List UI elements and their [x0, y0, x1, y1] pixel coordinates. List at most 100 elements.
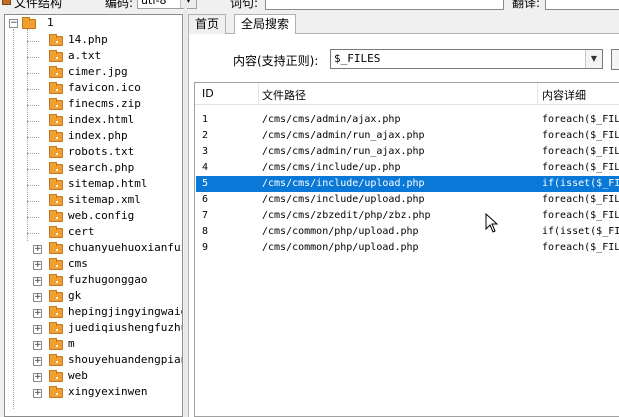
folder-icon [49, 322, 63, 334]
column-header-detail[interactable]: 内容详细 [542, 87, 586, 103]
tree-item-folder[interactable]: shouyehuandengpian [68, 353, 182, 366]
folder-icon [49, 226, 63, 238]
table-row[interactable]: 7/cms/cms/zbzedit/php/zbz.php foreach($_F… [196, 208, 619, 224]
tree-item-file[interactable]: finecms.zip [68, 97, 141, 110]
folder-icon [49, 306, 63, 318]
tree-item-folder[interactable]: chuanyuehuoxianfuzh [68, 241, 182, 254]
table-row[interactable]: 3/cms/cms/admin/run_ajax.php foreach($_FI… [196, 144, 619, 160]
table-row[interactable]: 9/cms/common/php/upload.php foreach($_FIL [196, 240, 619, 256]
chevron-down-icon[interactable]: ▼ [585, 50, 602, 68]
tree-connector [27, 89, 39, 90]
tree-item-folder[interactable]: fuzhugonggao [68, 273, 147, 286]
folder-icon [49, 354, 63, 366]
cell-id: 8 [202, 226, 209, 237]
search-button[interactable] [611, 49, 619, 70]
tree-connector [27, 121, 39, 122]
content-label: 内容(支持正则): [233, 54, 319, 68]
file-icon [49, 50, 63, 62]
expand-toggle[interactable]: + [33, 357, 42, 366]
tree-item-file[interactable]: web.config [68, 209, 134, 222]
encoding-select[interactable]: utf-8 ▼ [137, 0, 197, 9]
tree-item-folder[interactable]: cert [68, 225, 95, 238]
tree-item-file[interactable]: sitemap.html [68, 177, 147, 190]
tree-connector [27, 105, 39, 106]
cell-path: /cms/common/php/upload.php [262, 242, 419, 253]
table-row[interactable]: 5/cms/cms/include/upload.php if(isset($_F… [196, 176, 619, 192]
tree-connector [27, 169, 39, 170]
cell-id: 2 [202, 130, 209, 141]
results-table[interactable]: ID 文件路径 内容详细 1/cms/cms/admin/ajax.php for… [194, 82, 619, 417]
content-search-input[interactable]: $_FILES ▼ [330, 49, 603, 69]
tree-item-file[interactable]: 14.php [68, 33, 108, 46]
tree-item-file[interactable]: favicon.ico [68, 81, 141, 94]
folder-icon [49, 290, 63, 302]
tree-item-file[interactable]: search.php [68, 161, 134, 174]
table-row[interactable]: 1/cms/cms/admin/ajax.php foreach($_FIL [196, 112, 619, 128]
table-row[interactable]: 8/cms/common/php/upload.php if(isset($_FI [196, 224, 619, 240]
cell-path: /cms/cms/admin/run_ajax.php [262, 146, 425, 157]
expand-toggle[interactable]: + [33, 373, 42, 382]
tab-home[interactable]: 首页 [188, 14, 227, 34]
tab-global-search[interactable]: 全局搜索 [234, 14, 297, 35]
file-tree[interactable]: − 1 14.php a.txt cimer.jpg favicon.ico finec… [4, 14, 183, 417]
cell-path: /cms/cms/zbzedit/php/zbz.php [262, 210, 431, 221]
tree-item-folder[interactable]: juediqiushengfuzhuq [68, 321, 182, 334]
cell-detail: foreach($_FIL [542, 210, 619, 221]
column-header-path[interactable]: 文件路径 [262, 87, 306, 103]
expand-toggle[interactable]: + [33, 325, 42, 334]
top-toolbar: 文件结构 编码: utf-8 ▼ 词句: 翻译: [0, 0, 619, 14]
cell-id: 9 [202, 242, 209, 253]
column-divider[interactable] [258, 83, 259, 105]
expand-toggle[interactable]: + [33, 277, 42, 286]
tree-item-folder[interactable]: gk [68, 289, 81, 302]
tree-item-file[interactable]: cimer.jpg [68, 65, 128, 78]
tree-item-folder[interactable]: m [68, 337, 75, 350]
expand-toggle[interactable]: + [33, 309, 42, 318]
tree-connector [27, 217, 39, 218]
file-icon [49, 194, 63, 206]
cell-id: 3 [202, 146, 209, 157]
cell-path: /cms/cms/admin/ajax.php [262, 114, 401, 125]
cell-id: 4 [202, 162, 209, 173]
expand-toggle[interactable]: + [33, 341, 42, 350]
tree-item-folder[interactable]: hepingjingyingwaigu [68, 305, 182, 318]
tree-item-file[interactable]: sitemap.xml [68, 193, 141, 206]
tree-root-label[interactable]: 1 [47, 16, 54, 29]
table-header: ID 文件路径 内容详细 [195, 83, 619, 105]
tree-item-file[interactable]: index.html [68, 113, 134, 126]
file-structure-icon [2, 0, 11, 5]
cell-detail: if(isset($_FI [542, 178, 619, 189]
expand-toggle[interactable]: + [33, 245, 42, 254]
table-row[interactable]: 6/cms/cms/include/upload.php foreach($_FI… [196, 192, 619, 208]
tree-item-folder[interactable]: web [68, 369, 88, 382]
file-icon [49, 82, 63, 94]
collapse-toggle[interactable]: − [9, 19, 18, 28]
tree-item-file[interactable]: robots.txt [68, 145, 134, 158]
column-divider[interactable] [537, 83, 538, 105]
table-row[interactable]: 4/cms/cms/include/up.php foreach($_FIL [196, 160, 619, 176]
tree-item-file[interactable]: a.txt [68, 49, 101, 62]
folder-icon [49, 242, 63, 254]
column-header-id[interactable]: ID [202, 87, 214, 100]
tree-item-folder[interactable]: cms [68, 257, 88, 270]
folder-icon [49, 338, 63, 350]
folder-icon [22, 17, 36, 29]
panel-splitter[interactable] [184, 0, 187, 417]
tree-connector [27, 233, 39, 234]
word-label: 词句: [230, 0, 259, 10]
cell-detail: foreach($_FIL [542, 130, 619, 141]
word-input[interactable] [265, 0, 504, 10]
table-row[interactable]: 2/cms/cms/admin/run_ajax.php foreach($_FI… [196, 128, 619, 144]
expand-toggle[interactable]: + [33, 293, 42, 302]
file-icon [49, 114, 63, 126]
chevron-down-icon: ▼ [180, 0, 196, 8]
expand-toggle[interactable]: + [33, 261, 42, 270]
expand-toggle[interactable]: + [33, 389, 42, 398]
cell-id: 5 [202, 178, 209, 189]
translate-input[interactable] [545, 0, 619, 10]
tree-item-file[interactable]: index.php [68, 129, 128, 142]
folder-icon [49, 386, 63, 398]
tree-item-folder[interactable]: xingyexinwen [68, 385, 147, 398]
cell-detail: foreach($_FIL [542, 194, 619, 205]
tab-bar: 首页 全局搜索 [188, 14, 619, 35]
